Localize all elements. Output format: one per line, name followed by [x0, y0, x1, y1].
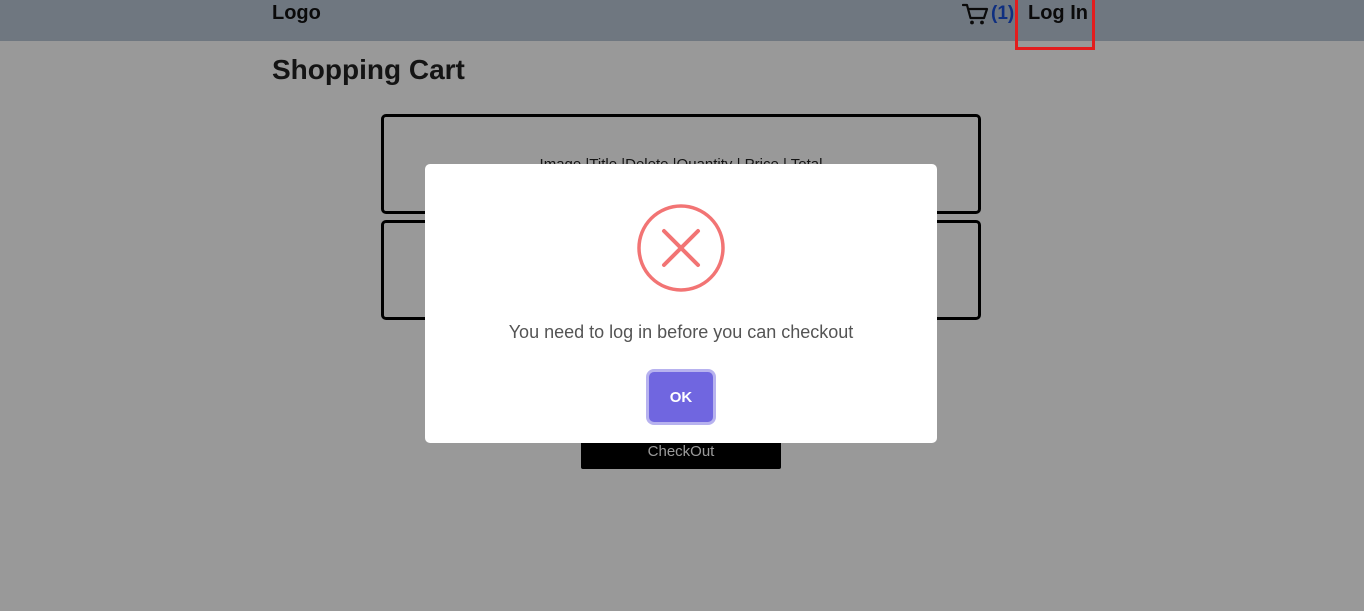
error-x-circle-icon [637, 204, 725, 292]
ok-button[interactable]: OK [649, 372, 713, 422]
error-dialog: You need to log in before you can checko… [425, 164, 937, 443]
highlight-annotation [1015, 0, 1095, 50]
dialog-message: You need to log in before you can checko… [508, 322, 854, 342]
